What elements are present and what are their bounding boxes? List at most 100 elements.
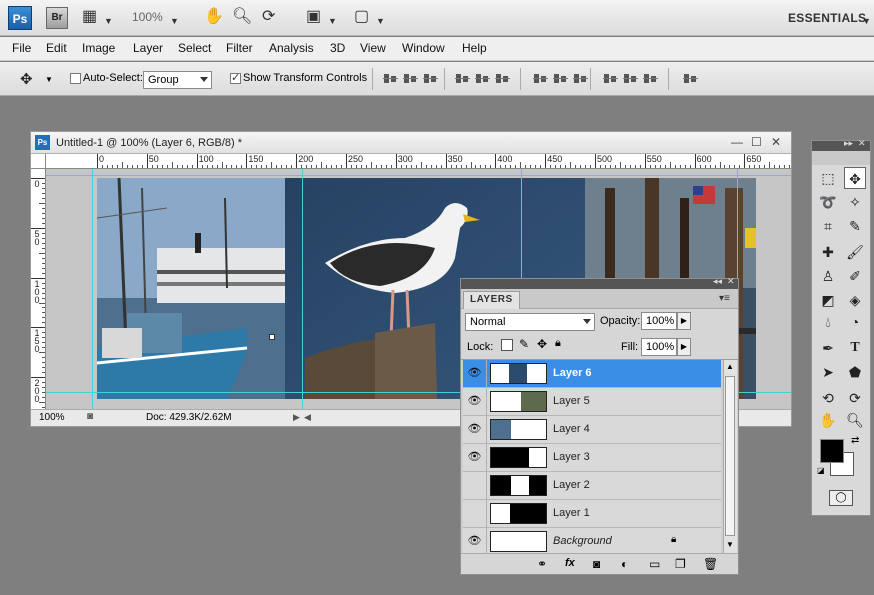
layer-row-background[interactable]: 👁︎ Background 🔒︎ [463,528,721,556]
maximize-icon[interactable]: ☐ [751,135,762,149]
vertical-ruler[interactable]: 0 5 0 1 0 0 1 5 0 2 0 0 [31,169,46,409]
folder-icon[interactable]: ▭ [649,557,660,571]
menu-window[interactable]: Window [402,41,445,55]
chevron-down-icon[interactable]: ▼ [104,12,113,30]
rotate-view-icon[interactable]: ⟳ [262,8,275,26]
quick-mask-icon[interactable]: ◯ [829,490,853,506]
chevron-down-icon[interactable]: ▼ [45,75,53,84]
menu-analysis[interactable]: Analysis [269,41,314,55]
clone-stamp-icon[interactable]: ♙ [817,265,839,287]
tools-header[interactable]: ▸▸ ✕ [812,138,870,151]
default-colors-icon[interactable]: ◪ [817,466,825,475]
horizontal-ruler[interactable]: 0 50 100 150 200 250 300 350 400 450 500 550 600 650 [46,154,791,169]
align-top-edges-icon[interactable] [383,71,399,87]
align-bottom-edges-icon[interactable] [423,71,439,87]
foreground-color-swatch[interactable] [820,439,844,463]
path-selection-icon[interactable]: ➤ [817,361,839,383]
menu-edit[interactable]: Edit [46,41,67,55]
minimize-icon[interactable]: — [731,135,743,149]
scrollbar-thumb[interactable] [725,376,735,536]
distribute-horizontal-centers-icon[interactable] [623,71,639,87]
status-menu-icon[interactable]: ◙ [87,411,93,422]
transform-handle[interactable] [269,334,275,340]
scroll-down-icon[interactable]: ▼ [726,540,734,549]
distribute-top-icon[interactable] [533,71,549,87]
blur-tool-icon[interactable]: 💧︎ [817,311,839,333]
distribute-left-icon[interactable] [603,71,619,87]
panel-header[interactable]: ◂◂ ✕ [461,276,738,289]
hand-tool-icon[interactable]: ✋ [204,8,224,26]
marquee-tool-icon[interactable]: ⬚ [817,167,839,189]
workspace-switcher[interactable]: ESSENTIALS [788,11,866,25]
status-zoom[interactable]: 100% [39,412,65,423]
ruler-origin[interactable] [31,154,46,169]
eyedropper-icon[interactable]: ✎ [844,215,866,237]
visibility-toggle-empty[interactable] [463,472,487,499]
visibility-toggle-empty[interactable] [463,500,487,527]
arrange-documents-icon[interactable]: ▣ [306,8,321,26]
3d-orbit-icon[interactable]: ⟳ [844,387,866,409]
chevron-down-icon[interactable]: ▼ [862,12,871,30]
new-layer-icon[interactable]: ❐ [675,557,686,571]
menu-select[interactable]: Select [178,41,211,55]
blend-mode-dropdown[interactable]: Normal [465,313,595,331]
menu-help[interactable]: Help [462,41,487,55]
lock-pixels-icon[interactable]: ✎ [519,337,529,351]
lock-position-icon[interactable]: ✥ [537,337,547,351]
move-tool-icon[interactable]: ✥ [844,167,866,189]
menu-image[interactable]: Image [82,41,115,55]
menu-filter[interactable]: Filter [226,41,253,55]
visibility-eye-icon[interactable]: 👁︎ [463,360,487,387]
align-horizontal-centers-icon[interactable] [475,71,491,87]
chevron-down-icon[interactable]: ▼ [170,12,179,30]
layer-row-layer-6[interactable]: 👁︎ Layer 6 [463,360,721,388]
layer-row-layer-1[interactable]: Layer 1 [463,500,721,528]
distribute-bottom-icon[interactable] [573,71,589,87]
visibility-eye-icon[interactable]: 👁︎ [463,528,487,555]
fill-input[interactable]: 100% [641,338,677,356]
scroll-up-icon[interactable]: ▲ [726,362,734,371]
align-vertical-centers-icon[interactable] [403,71,419,87]
lock-transparent-icon[interactable] [501,339,513,351]
dodge-tool-icon[interactable]: ◔ [844,311,866,333]
auto-select-checkbox[interactable] [70,73,81,84]
crop-tool-icon[interactable]: ⌗ [817,215,839,237]
opacity-input[interactable]: 100% [641,312,677,330]
expand-icon[interactable]: ▸▸ [844,138,853,149]
paint-bucket-icon[interactable]: ◈ [844,289,866,311]
auto-select-dropdown[interactable]: Group [143,71,212,89]
layer-row-layer-4[interactable]: 👁︎ Layer 4 [463,416,721,444]
vertical-guide[interactable] [92,169,93,409]
3d-rotate-icon[interactable]: ⟲ [817,387,839,409]
eraser-tool-icon[interactable]: ◩ [817,289,839,311]
fx-icon[interactable]: fx [565,557,575,569]
magic-wand-icon[interactable]: ✧ [844,191,866,213]
lasso-tool-icon[interactable]: ➰ [817,191,839,213]
tab-layers[interactable]: LAYERS [463,291,520,309]
brush-tool-icon[interactable]: 🖌︎ [844,241,866,263]
trash-icon[interactable]: 🗑︎ [703,557,718,571]
visibility-eye-icon[interactable]: 👁︎ [463,444,487,471]
layer-row-layer-2[interactable]: Layer 2 [463,472,721,500]
visibility-eye-icon[interactable]: 👁︎ [463,416,487,443]
healing-brush-icon[interactable]: ✚ [817,241,839,263]
lock-all-icon[interactable]: 🔒︎ [555,337,561,350]
link-icon[interactable]: ⚭ [537,557,547,571]
auto-align-layers-icon[interactable] [683,71,699,87]
panel-menu-icon[interactable]: ▾≡ [719,293,730,304]
scroll-left-icon[interactable]: ◀ [304,412,311,423]
history-brush-icon[interactable]: ✐ [844,265,866,287]
zoom-tool-icon[interactable]: 🔍︎ [844,409,866,431]
move-tool-icon[interactable]: ✥ [20,70,33,88]
bridge-button[interactable]: Br [46,7,68,29]
chevron-down-icon[interactable]: ▼ [328,12,337,30]
layer-row-layer-5[interactable]: 👁︎ Layer 5 [463,388,721,416]
zoom-level-display[interactable]: 100% [132,10,163,24]
menu-view[interactable]: View [360,41,386,55]
distribute-vertical-centers-icon[interactable] [553,71,569,87]
close-icon[interactable]: ✕ [771,135,781,149]
chevron-down-icon[interactable]: ▼ [376,12,385,30]
pen-tool-icon[interactable]: ✒ [817,337,839,359]
align-left-edges-icon[interactable] [455,71,471,87]
align-right-edges-icon[interactable] [495,71,511,87]
